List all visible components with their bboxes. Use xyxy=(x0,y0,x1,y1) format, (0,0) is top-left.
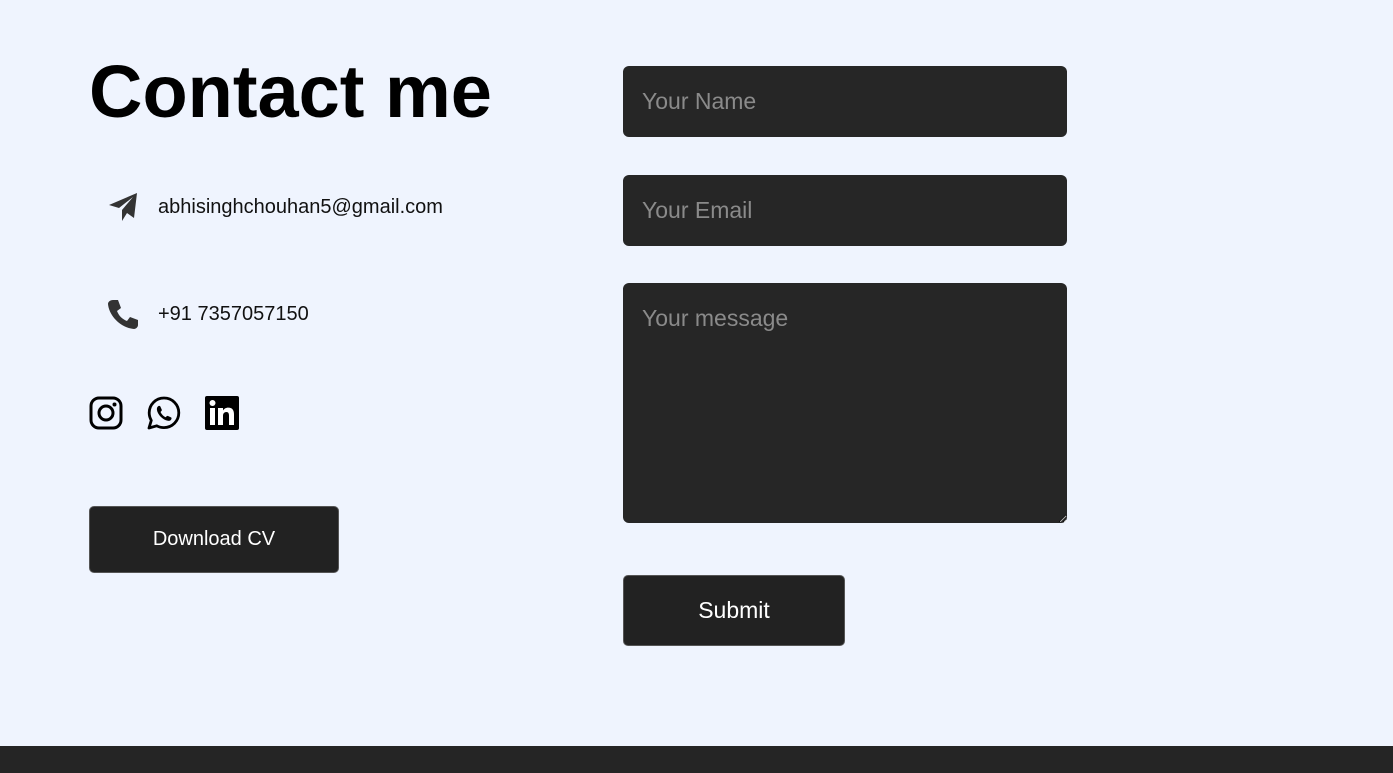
name-input[interactable] xyxy=(623,66,1067,137)
phone-text: +91 7357057150 xyxy=(158,302,309,325)
whatsapp-icon[interactable] xyxy=(146,395,182,431)
email-row: abhisinghchouhan5@gmail.com xyxy=(106,190,443,224)
paper-plane-icon xyxy=(106,190,140,224)
email-text: abhisinghchouhan5@gmail.com xyxy=(158,195,443,218)
linkedin-icon[interactable] xyxy=(204,395,240,431)
instagram-icon[interactable] xyxy=(88,395,124,431)
submit-button[interactable]: Submit xyxy=(623,575,845,646)
page-title: Contact me xyxy=(89,50,492,133)
social-links xyxy=(88,395,240,431)
footer-bar xyxy=(0,746,1393,773)
message-textarea[interactable] xyxy=(623,283,1067,523)
phone-row: +91 7357057150 xyxy=(106,297,309,331)
download-cv-button[interactable]: Download CV xyxy=(89,506,339,573)
contact-page: Contact me abhisinghchouhan5@gmail.com +… xyxy=(0,0,1393,773)
email-input[interactable] xyxy=(623,175,1067,246)
phone-icon xyxy=(106,297,140,331)
